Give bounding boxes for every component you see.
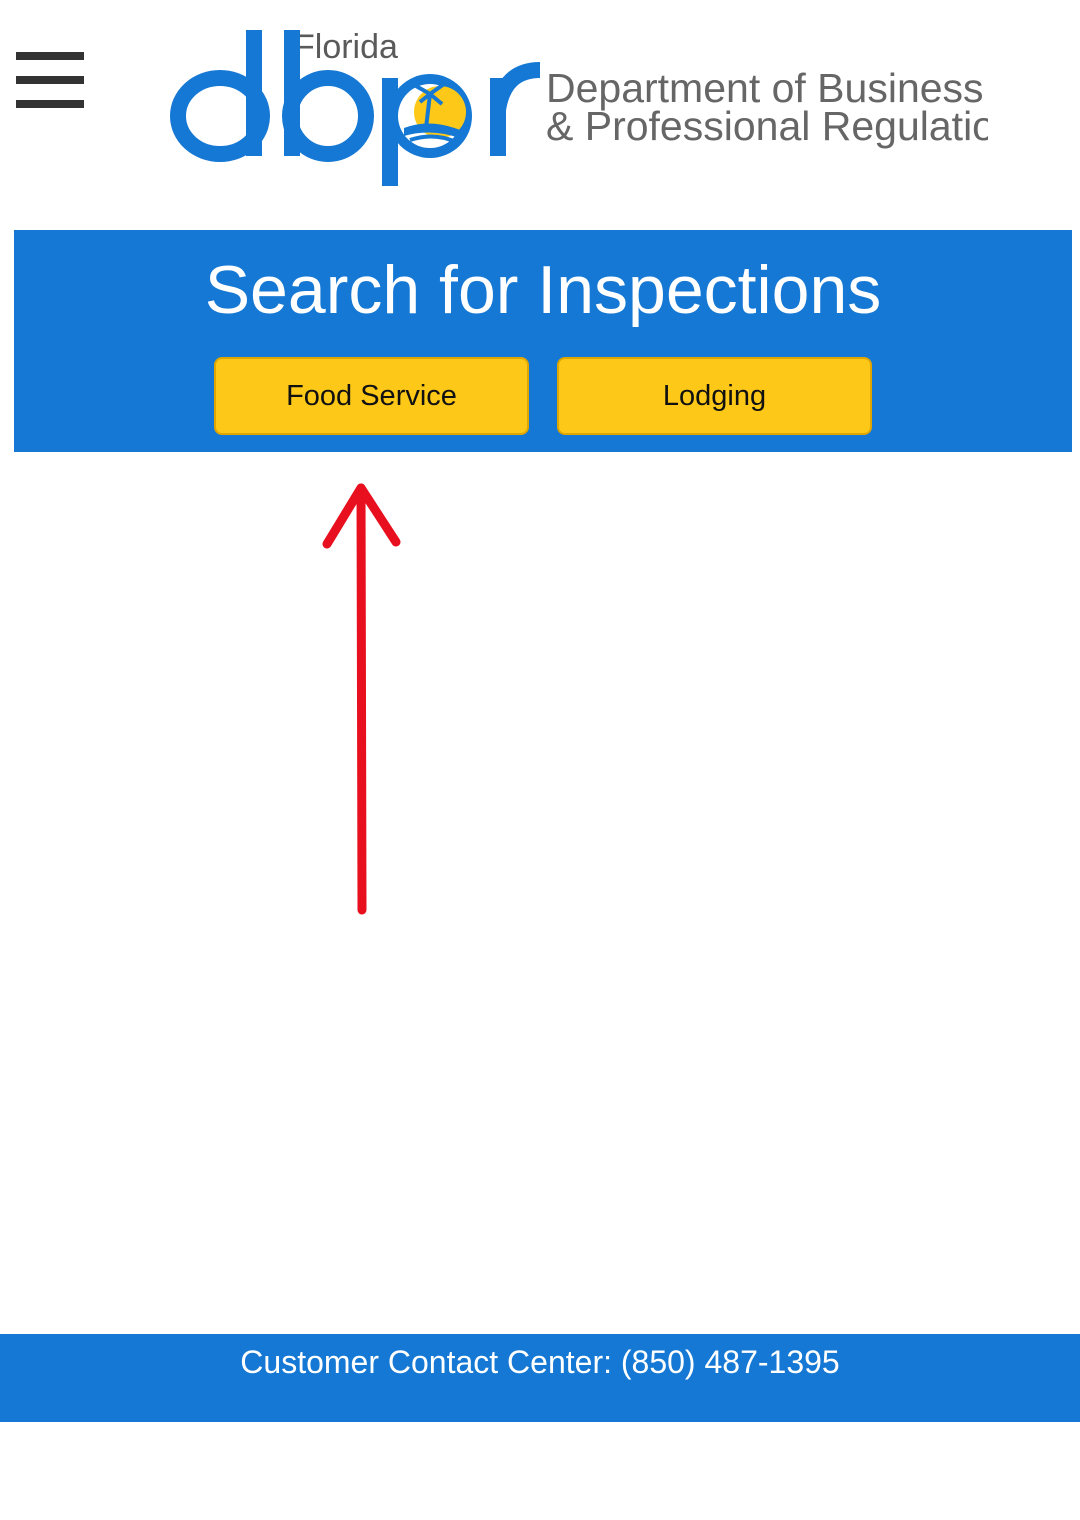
logo-florida-text: Florida xyxy=(294,28,398,66)
menu-bar xyxy=(16,100,84,108)
menu-bar xyxy=(16,52,84,60)
menu-bar xyxy=(16,76,84,84)
dbpr-logo[interactable]: Florida Department of Business & Profess… xyxy=(168,22,988,192)
lodging-button[interactable]: Lodging xyxy=(557,357,872,435)
logo-graphic: Florida Department of Business & Profess… xyxy=(170,28,988,186)
page-title: Search for Inspections xyxy=(204,252,882,328)
page: Florida Department of Business & Profess… xyxy=(0,0,1080,1520)
logo-dept-line2: & Professional Regulation xyxy=(546,103,988,149)
up-arrow-icon xyxy=(322,483,401,915)
customer-contact-text: Customer Contact Center: (850) 487-1395 xyxy=(240,1344,840,1380)
hamburger-menu-icon[interactable] xyxy=(16,50,86,112)
sun-palm-icon xyxy=(388,74,472,158)
food-service-button[interactable]: Food Service xyxy=(214,357,529,435)
